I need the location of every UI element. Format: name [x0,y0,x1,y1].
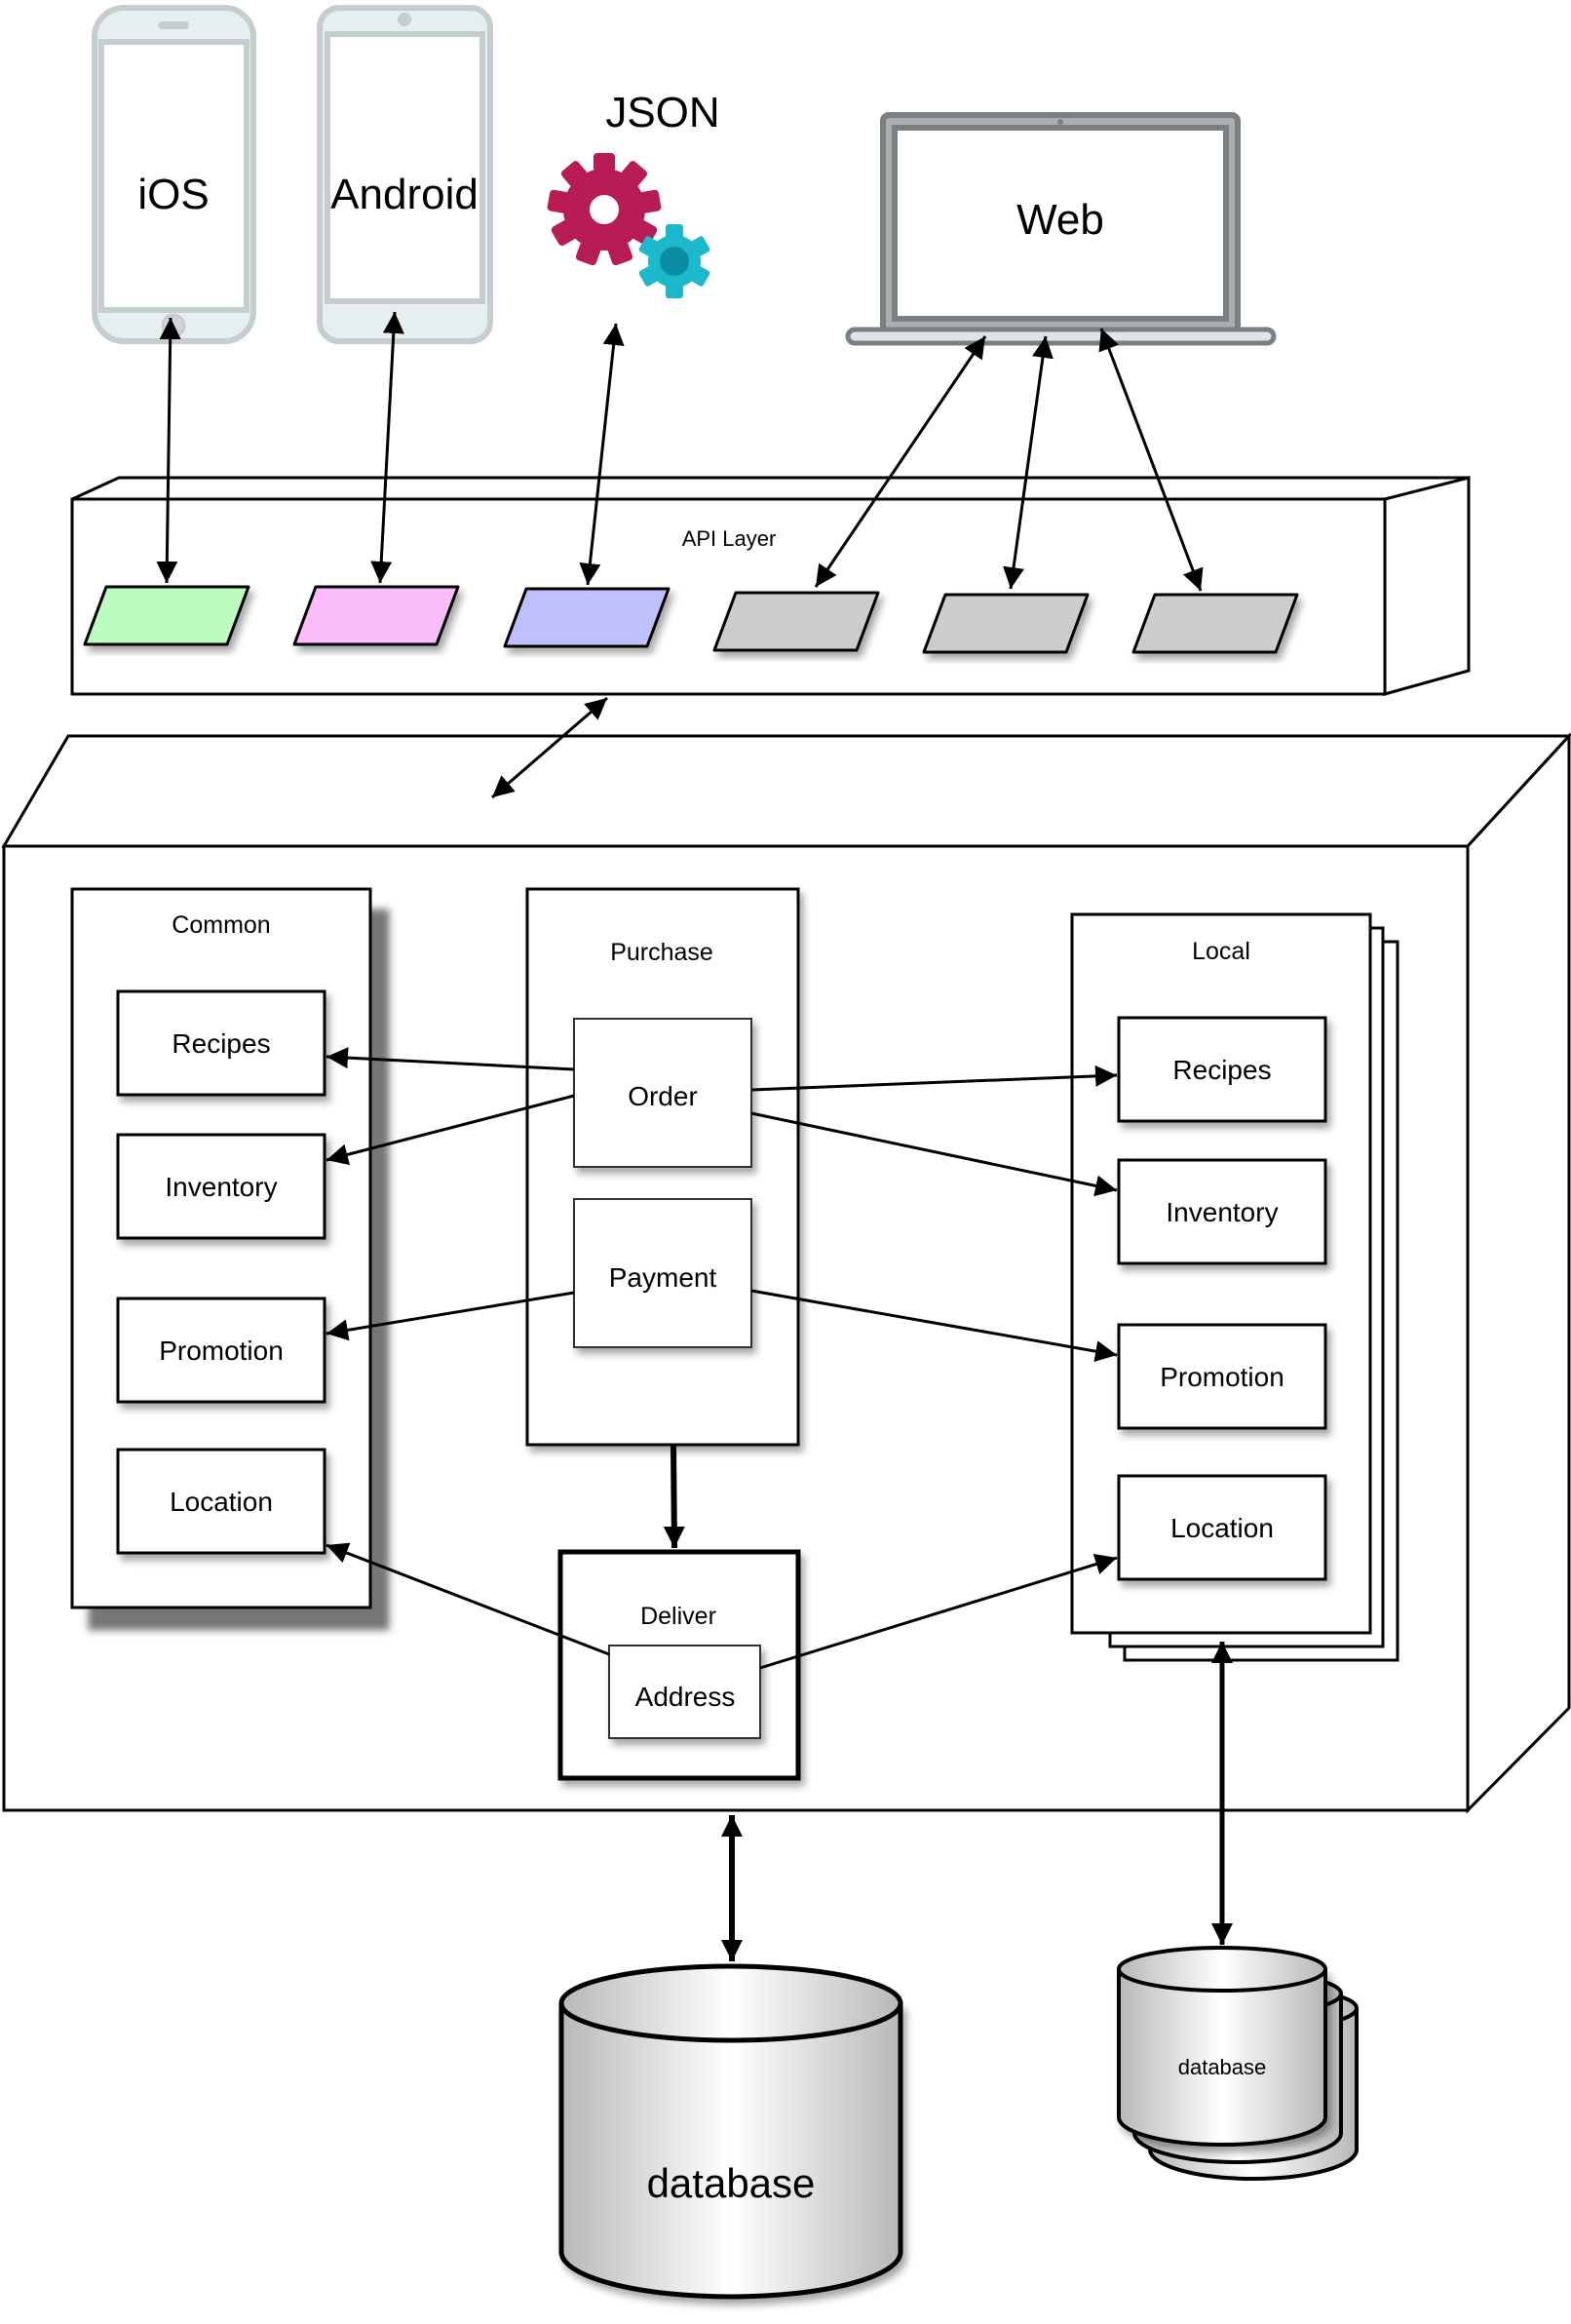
common-location-box[interactable]: Location [116,1448,326,1555]
api-endpoint-3[interactable] [503,587,671,648]
architecture-diagram: iOS Android JSON Web API Layer Common Re… [1,5,1571,2300]
common-recipes-label: Recipes [172,1028,270,1059]
address-label: Address [635,1682,736,1712]
payment-box[interactable]: Payment [573,1198,752,1348]
central-database-label: database [647,2160,816,2206]
api-endpoint-6[interactable] [1131,593,1299,654]
payment-label: Payment [609,1262,717,1293]
local-location-label: Location [1170,1513,1274,1543]
api-endpoint-1[interactable] [83,585,250,646]
local-recipes-box[interactable]: Recipes [1117,1016,1327,1123]
common-promotion-label: Promotion [159,1336,284,1366]
deliver-title: Deliver [640,1603,716,1630]
order-box[interactable]: Order [573,1018,752,1168]
gears-icon [547,153,710,298]
api-layer: API Layer [70,476,1471,696]
common-location-label: Location [170,1487,273,1517]
local-recipes-label: Recipes [1172,1055,1271,1085]
api-endpoint-2[interactable] [292,585,460,646]
common-title: Common [172,911,270,939]
ios-label: iOS [137,171,209,218]
local-database[interactable]: database [1117,1946,1359,2181]
ios-device: iOS [92,5,256,344]
local-module: Local Recipes Inventory Promotion Location [1070,912,1399,1662]
purchase-module: Purchase Order Payment [525,887,800,1447]
web-client: Web [845,112,1277,346]
address-box[interactable]: Address [608,1645,761,1739]
local-location-box[interactable]: Location [1117,1474,1327,1581]
arrow-purchase-deliver [663,1445,685,1549]
common-recipes-box[interactable]: Recipes [116,989,326,1097]
api-layer-label: API Layer [682,526,777,551]
central-database[interactable]: database [558,1963,903,2300]
order-label: Order [628,1081,698,1111]
json-label: JSON [605,89,719,136]
android-device: Android [317,5,493,344]
local-promotion-box[interactable]: Promotion [1117,1323,1327,1430]
deliver-module: Deliver Address [557,1549,801,1781]
common-inventory-label: Inventory [165,1172,277,1202]
api-endpoint-4[interactable] [712,591,880,652]
common-promotion-box[interactable]: Promotion [116,1297,326,1404]
local-inventory-box[interactable]: Inventory [1117,1158,1327,1265]
api-endpoint-5[interactable] [922,593,1090,654]
web-label: Web [1016,196,1104,244]
json-client: JSON [547,89,720,298]
local-inventory-label: Inventory [1166,1197,1278,1227]
android-label: Android [330,171,479,218]
common-module: Common Recipes Inventory Promotion Location [70,887,372,1609]
local-database-label: database [1178,2055,1267,2079]
local-title: Local [1192,938,1250,965]
purchase-title: Purchase [610,939,713,966]
common-inventory-box[interactable]: Inventory [116,1133,326,1240]
local-promotion-label: Promotion [1160,1362,1284,1392]
